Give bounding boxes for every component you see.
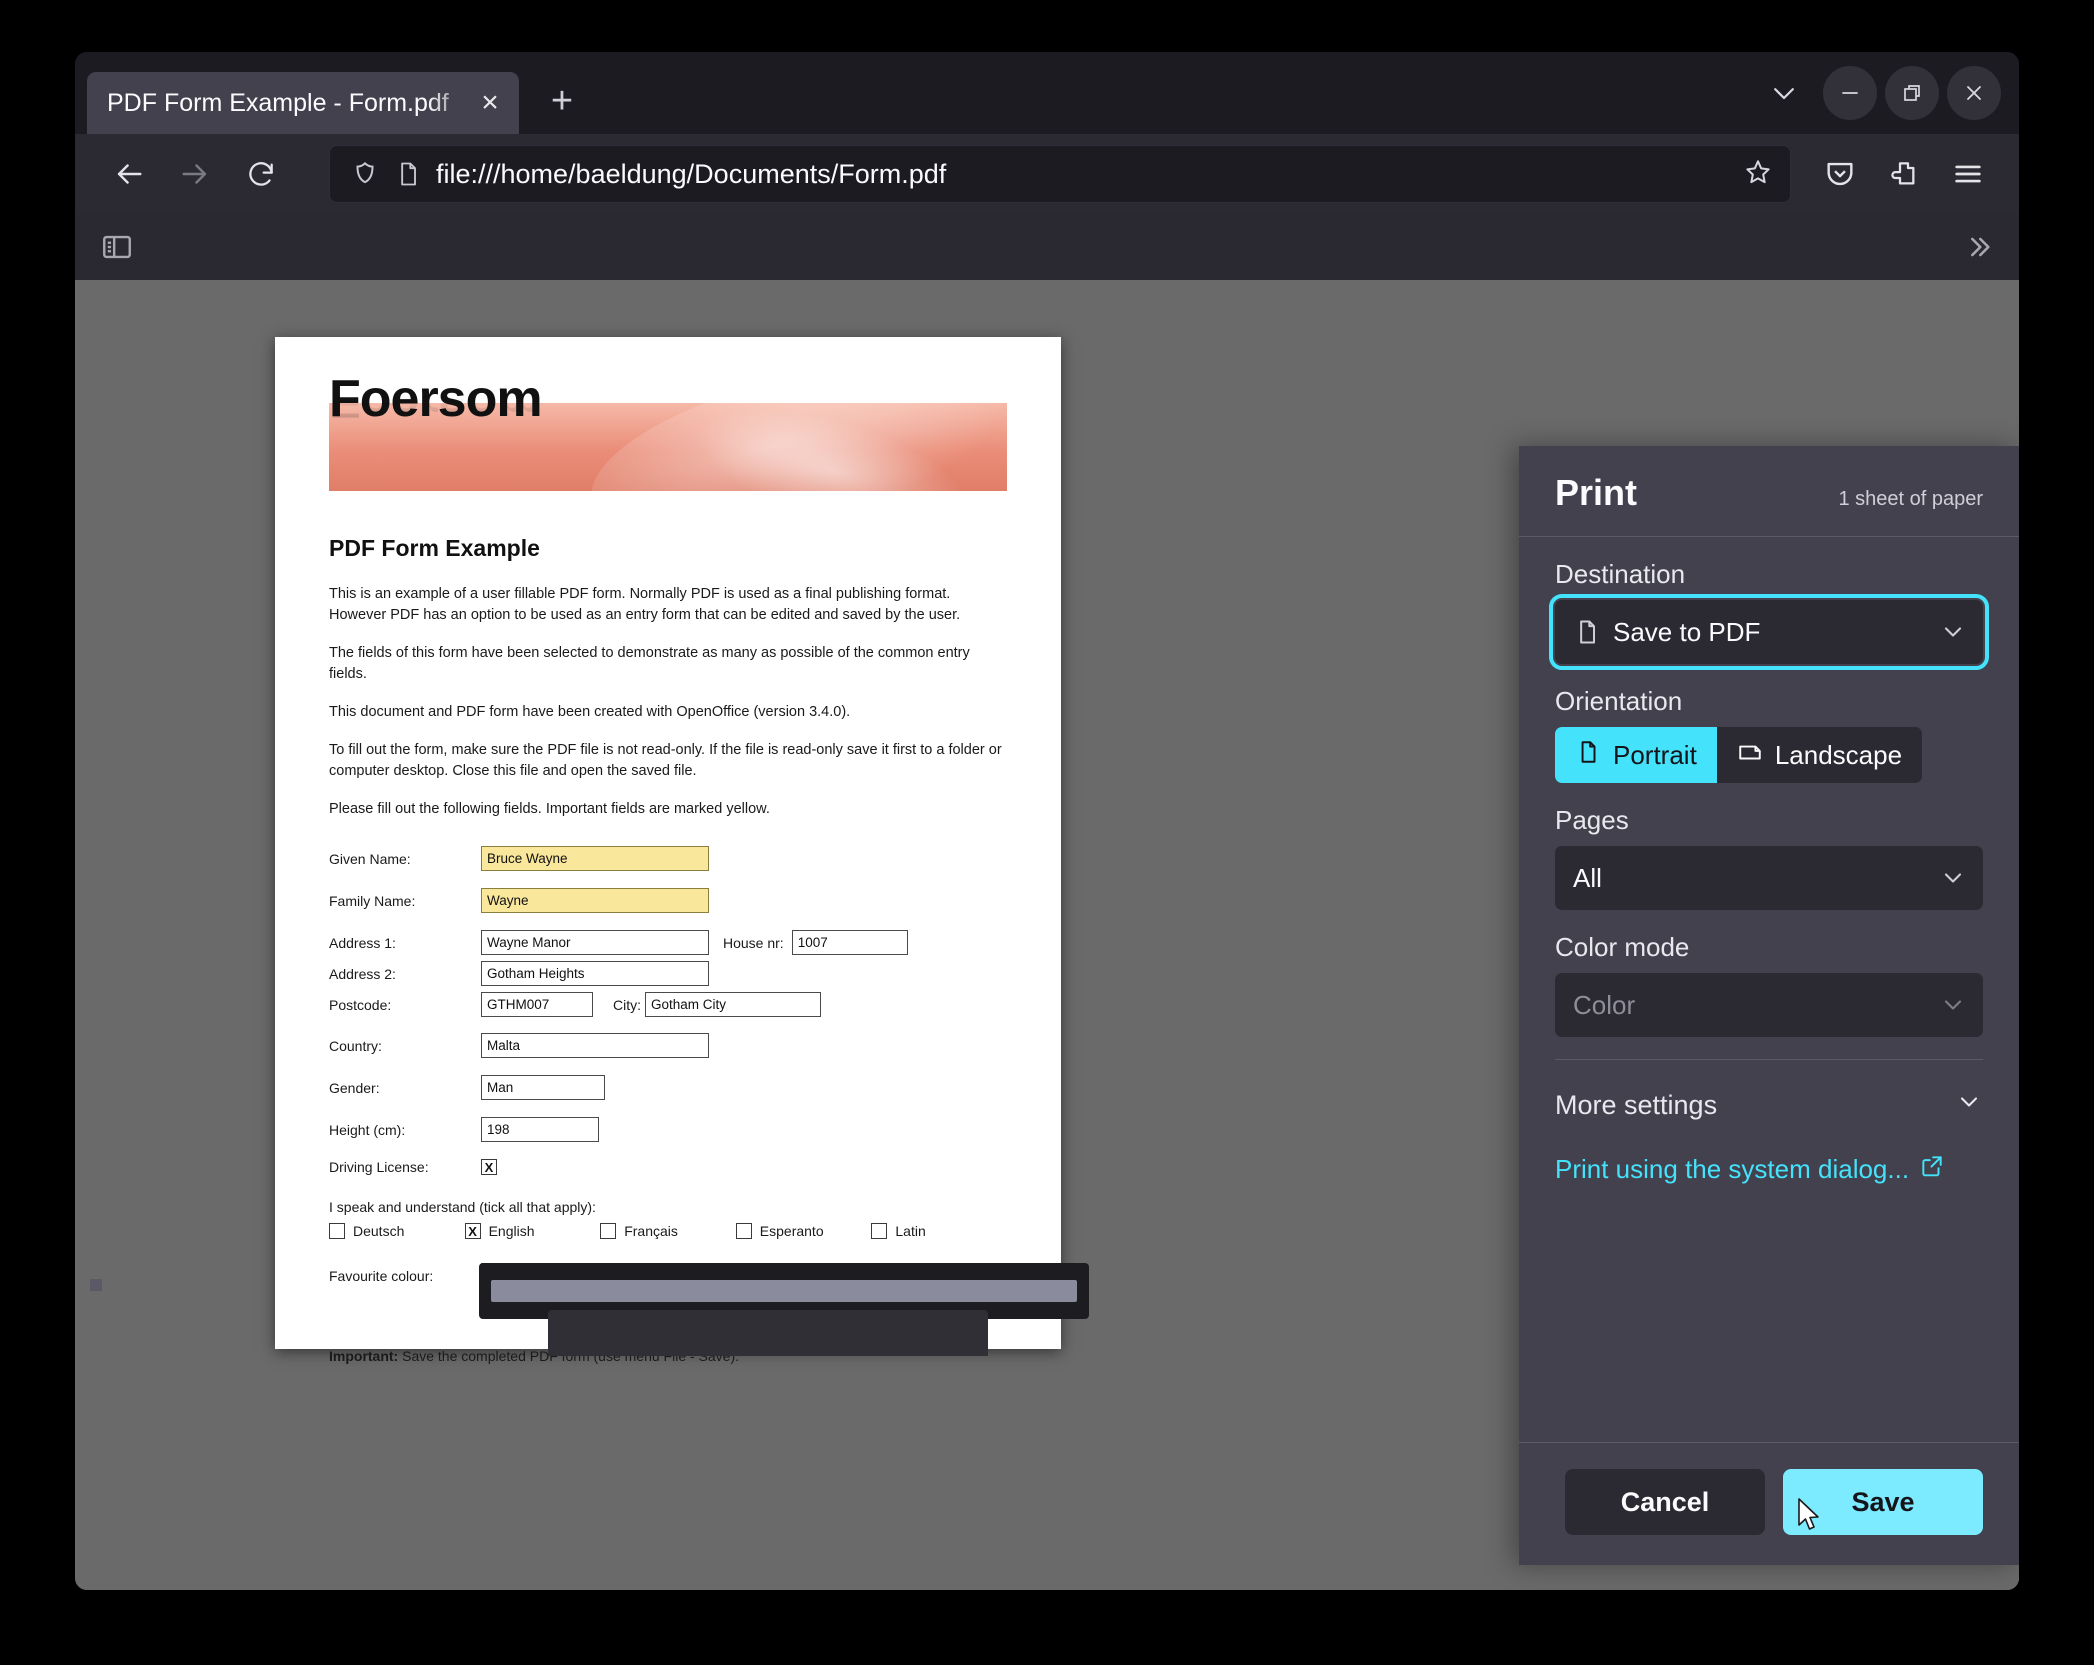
document-icon	[1573, 618, 1601, 646]
save-button[interactable]: Save	[1783, 1469, 1983, 1535]
landscape-icon	[1737, 739, 1763, 772]
minimize-button[interactable]	[1823, 66, 1877, 120]
chevron-down-icon[interactable]	[1939, 991, 1967, 1019]
reload-button[interactable]	[231, 144, 291, 204]
external-link-icon	[1919, 1153, 1945, 1186]
extensions-icon[interactable]	[1875, 145, 1933, 203]
close-tab-icon[interactable]: ×	[475, 88, 505, 118]
destination-value: Save to PDF	[1613, 616, 1761, 647]
color-mode-label: Color mode	[1555, 932, 1690, 962]
pocket-icon[interactable]	[1811, 145, 1869, 203]
print-dialog-header: Print 1 sheet of paper	[1519, 446, 2019, 537]
pdf-toolbar	[75, 214, 2019, 280]
destination-label: Destination	[1555, 559, 1686, 589]
page-icon	[394, 160, 422, 188]
application-menu-icon[interactable]	[1939, 145, 1997, 203]
system-dialog-link[interactable]: Print using the system dialog...	[1555, 1131, 1983, 1186]
page-marker	[90, 1279, 102, 1291]
shield-icon	[350, 159, 380, 189]
system-dialog-label: Print using the system dialog...	[1555, 1154, 1910, 1184]
back-button[interactable]	[99, 144, 159, 204]
chevron-down-icon[interactable]	[1955, 1088, 1983, 1123]
orientation-group: Orientation Portrait Landscape	[1555, 686, 1983, 783]
new-tab-button[interactable]: +	[533, 72, 591, 130]
portrait-label: Portrait	[1613, 739, 1697, 770]
sidebar-toggle-icon[interactable]	[91, 222, 143, 272]
orientation-portrait-button[interactable]: Portrait	[1555, 727, 1717, 783]
navigation-toolbar: file:///home/baeldung/Documents/Form.pdf	[75, 134, 2019, 214]
print-dialog: Print 1 sheet of paper Destination Save …	[1519, 446, 2019, 1565]
cancel-button[interactable]: Cancel	[1565, 1469, 1765, 1535]
chevron-down-icon[interactable]	[1939, 864, 1967, 892]
window-controls	[1753, 66, 2001, 120]
color-mode-select[interactable]: Color	[1555, 973, 1983, 1037]
tab-title: PDF Form Example - Form.pdf	[107, 88, 449, 117]
print-title: Print	[1555, 472, 1638, 513]
browser-tab[interactable]: PDF Form Example - Form.pdf ×	[87, 72, 519, 134]
close-window-button[interactable]	[1947, 66, 2001, 120]
pages-select[interactable]: All	[1555, 846, 1983, 910]
forward-button[interactable]	[165, 144, 225, 204]
orientation-landscape-button[interactable]: Landscape	[1717, 727, 1922, 783]
destination-group: Destination Save to PDF	[1549, 559, 1989, 670]
portrait-icon	[1575, 739, 1601, 772]
color-mode-value: Color	[1573, 989, 1636, 1020]
chevron-down-icon[interactable]	[1939, 618, 1967, 646]
toolbar-overflow-icon[interactable]	[1953, 222, 2005, 272]
orientation-label: Orientation	[1555, 686, 1683, 716]
more-settings-label: More settings	[1555, 1090, 1718, 1120]
browser-window: PDF Form Example - Form.pdf × + file:///…	[75, 52, 2019, 1590]
pages-value: All	[1573, 862, 1602, 893]
tab-list-chevron-down-icon[interactable]	[1753, 66, 1815, 120]
sheet-count-label: 1 sheet of paper	[1838, 488, 1983, 510]
maximize-button[interactable]	[1885, 66, 1939, 120]
destination-select[interactable]: Save to PDF	[1549, 594, 1989, 670]
more-settings-toggle[interactable]: More settings	[1555, 1060, 1983, 1131]
desktop-background: PDF Form Example - Form.pdf × + file:///…	[0, 0, 2094, 1665]
bookmark-star-icon[interactable]	[1742, 156, 1774, 193]
orientation-segmented-control: Portrait Landscape	[1555, 727, 1923, 783]
address-bar[interactable]: file:///home/baeldung/Documents/Form.pdf	[329, 145, 1791, 203]
pdf-viewer: Foersom Foersom PDF Form Example This is…	[75, 214, 2019, 1590]
print-dialog-body: Destination Save to PDF Orientation Port…	[1519, 537, 2019, 1442]
print-dialog-footer: Cancel Save	[1519, 1442, 2019, 1565]
pages-group: Pages All	[1555, 805, 1983, 910]
color-mode-group: Color mode Color	[1555, 932, 1983, 1037]
landscape-label: Landscape	[1774, 739, 1903, 770]
tab-strip: PDF Form Example - Form.pdf × +	[75, 52, 2019, 134]
pages-label: Pages	[1555, 805, 1629, 835]
url-text[interactable]: file:///home/baeldung/Documents/Form.pdf	[436, 159, 1728, 190]
